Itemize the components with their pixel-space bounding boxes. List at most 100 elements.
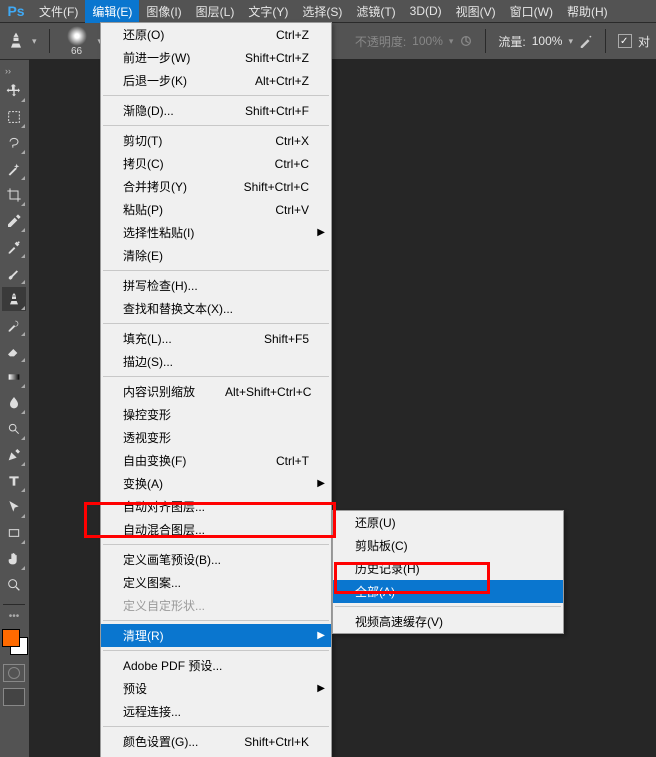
brush-tool[interactable]: [2, 261, 26, 285]
path-selection-tool[interactable]: [2, 495, 26, 519]
screen-mode-toggle[interactable]: [3, 688, 25, 706]
submenu-row[interactable]: 历史记录(H): [333, 557, 563, 580]
clone-stamp-tool[interactable]: [2, 287, 26, 311]
brush-preset-picker[interactable]: 66: [62, 26, 92, 57]
menu-row[interactable]: Adobe PDF 预设...: [101, 654, 331, 677]
marquee-tool[interactable]: [2, 105, 26, 129]
menu-row-label: 远程连接...: [123, 703, 181, 720]
airbrush-icon[interactable]: [579, 34, 593, 48]
tools-panel: ›› •••: [0, 64, 28, 706]
menu-row-label: 定义画笔预设(B)...: [123, 551, 221, 568]
menu-file[interactable]: 文件(F): [32, 0, 85, 23]
menu-row[interactable]: 还原(O)Ctrl+Z: [101, 23, 331, 46]
submenu-row[interactable]: 视频高速缓存(V): [333, 610, 563, 633]
menu-separator: [103, 95, 329, 96]
crop-tool[interactable]: [2, 183, 26, 207]
eyedropper-tool[interactable]: [2, 209, 26, 233]
menu-row[interactable]: 定义图案...: [101, 571, 331, 594]
menu-row[interactable]: 粘贴(P)Ctrl+V: [101, 198, 331, 221]
menu-separator: [103, 650, 329, 651]
menu-separator: [103, 323, 329, 324]
menu-row[interactable]: 合并拷贝(Y)Shift+Ctrl+C: [101, 175, 331, 198]
menu-row[interactable]: 自由变换(F)Ctrl+T: [101, 449, 331, 472]
blur-tool[interactable]: [2, 391, 26, 415]
menu-row-shortcut: Ctrl+X: [275, 134, 309, 148]
menu-row-label: 前进一步(W): [123, 49, 190, 66]
dodge-tool[interactable]: [2, 417, 26, 441]
opacity-label: 不透明度:: [355, 33, 406, 50]
menu-row[interactable]: 自动对齐图层...: [101, 495, 331, 518]
menu-row[interactable]: 清理(R)▶: [101, 624, 331, 647]
opacity-chevron-icon[interactable]: ▾: [449, 36, 454, 47]
menu-filter[interactable]: 滤镜(T): [349, 0, 402, 23]
history-brush-tool[interactable]: [2, 313, 26, 337]
menu-row-label: 剪切(T): [123, 132, 162, 149]
quick-mask-toggle[interactable]: [3, 664, 25, 682]
submenu-row[interactable]: 全部(A): [333, 580, 563, 603]
menu-window[interactable]: 窗口(W): [503, 0, 560, 23]
menu-row[interactable]: 颜色设置(G)...Shift+Ctrl+K: [101, 730, 331, 753]
flow-label: 流量:: [498, 33, 525, 50]
menu-row[interactable]: 预设▶: [101, 677, 331, 700]
flow-chevron-icon[interactable]: ▾: [568, 36, 573, 47]
menu-row[interactable]: 填充(L)...Shift+F5: [101, 327, 331, 350]
menu-help[interactable]: 帮助(H): [560, 0, 615, 23]
move-tool[interactable]: [2, 79, 26, 103]
menu-row[interactable]: 描边(S)...: [101, 350, 331, 373]
menu-row[interactable]: 渐隐(D)...Shift+Ctrl+F: [101, 99, 331, 122]
eraser-tool[interactable]: [2, 339, 26, 363]
menu-row[interactable]: 操控变形: [101, 403, 331, 426]
menu-row-label: 拼写检查(H)...: [123, 277, 198, 294]
menu-layer[interactable]: 图层(L): [189, 0, 242, 23]
edit-toolbar-icon[interactable]: •••: [9, 611, 20, 622]
menu-row[interactable]: 远程连接...: [101, 700, 331, 723]
gradient-tool[interactable]: [2, 365, 26, 389]
menu-row-label: 查找和替换文本(X)...: [123, 300, 233, 317]
tool-preset-chevron-icon[interactable]: ▾: [32, 36, 37, 47]
menu-row[interactable]: 自动混合图层...: [101, 518, 331, 541]
aligned-checkbox[interactable]: [618, 34, 632, 48]
menu-row[interactable]: 拼写检查(H)...: [101, 274, 331, 297]
menu-edit[interactable]: 编辑(E): [85, 0, 139, 23]
menu-row[interactable]: 定义画笔预设(B)...: [101, 548, 331, 571]
toolbar-expand-icon[interactable]: ››: [1, 66, 27, 76]
submenu-row-label: 还原(U): [355, 514, 396, 531]
rectangle-tool[interactable]: [2, 521, 26, 545]
aligned-label: 对: [638, 33, 650, 50]
menu-row[interactable]: 前进一步(W)Shift+Ctrl+Z: [101, 46, 331, 69]
menu-select[interactable]: 选择(S): [295, 0, 349, 23]
menu-row[interactable]: 透视变形: [101, 426, 331, 449]
foreground-color[interactable]: [2, 629, 20, 647]
clone-stamp-icon[interactable]: [6, 31, 26, 51]
menu-row-label: 操控变形: [123, 406, 171, 423]
opacity-value[interactable]: 100%: [412, 34, 443, 48]
menu-row-shortcut: Ctrl+C: [275, 157, 309, 171]
submenu-row[interactable]: 还原(U): [333, 511, 563, 534]
menu-view[interactable]: 视图(V): [449, 0, 503, 23]
menu-row-label: 定义自定形状...: [123, 597, 205, 614]
lasso-tool[interactable]: [2, 131, 26, 155]
pen-tool[interactable]: [2, 443, 26, 467]
menu-row[interactable]: 内容识别缩放Alt+Shift+Ctrl+C: [101, 380, 331, 403]
menu-row[interactable]: 选择性粘贴(I)▶: [101, 221, 331, 244]
magic-wand-tool[interactable]: [2, 157, 26, 181]
submenu-row[interactable]: 剪贴板(C): [333, 534, 563, 557]
menu-row[interactable]: 拷贝(C)Ctrl+C: [101, 152, 331, 175]
menu-row[interactable]: 查找和替换文本(X)...: [101, 297, 331, 320]
healing-brush-tool[interactable]: [2, 235, 26, 259]
menu-row-label: 描边(S)...: [123, 353, 173, 370]
zoom-tool[interactable]: [2, 573, 26, 597]
flow-value[interactable]: 100%: [532, 34, 563, 48]
menu-row[interactable]: 剪切(T) Ctrl+X: [101, 129, 331, 152]
pressure-opacity-icon[interactable]: [459, 34, 473, 48]
menu-type[interactable]: 文字(Y): [241, 0, 295, 23]
brush-preview-icon: [67, 26, 87, 46]
menu-row[interactable]: 后退一步(K)Alt+Ctrl+Z: [101, 69, 331, 92]
menu-row[interactable]: 清除(E): [101, 244, 331, 267]
menu-row[interactable]: 变换(A)▶: [101, 472, 331, 495]
menu-3d[interactable]: 3D(D): [403, 1, 449, 21]
hand-tool[interactable]: [2, 547, 26, 571]
type-tool[interactable]: [2, 469, 26, 493]
color-swatches[interactable]: [1, 628, 27, 658]
menu-image[interactable]: 图像(I): [139, 0, 188, 23]
